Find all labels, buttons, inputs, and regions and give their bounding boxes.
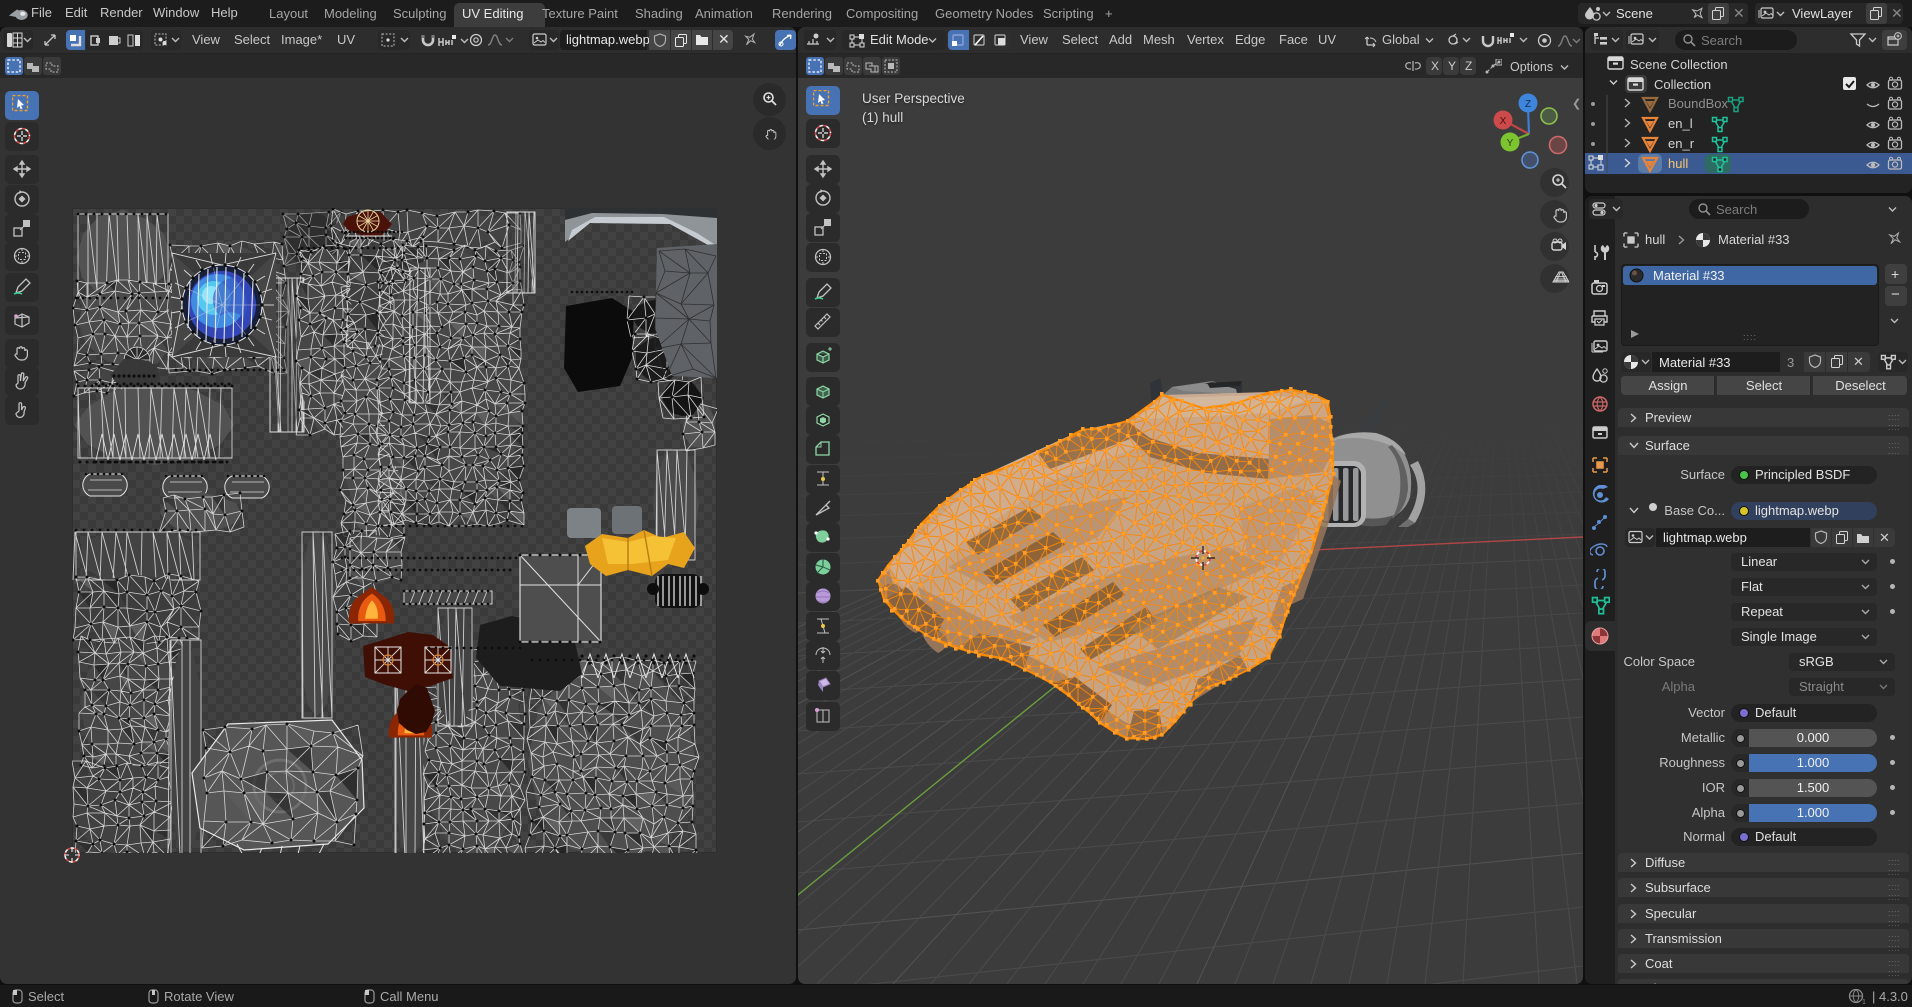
svg-text:en_r: en_r [1668, 136, 1695, 151]
svg-text:Scene Collection: Scene Collection [1630, 57, 1728, 72]
svg-text:Z: Z [1525, 99, 1531, 110]
svg-text:hull: hull [1668, 156, 1688, 171]
svg-text:en_l: en_l [1668, 116, 1693, 131]
svg-text:Y: Y [1507, 138, 1514, 149]
svg-text:Collection: Collection [1654, 77, 1711, 92]
svg-text:1: 1 [1862, 999, 1866, 1006]
svg-text:BoundBox: BoundBox [1668, 96, 1728, 111]
svg-text:X: X [1500, 116, 1507, 127]
